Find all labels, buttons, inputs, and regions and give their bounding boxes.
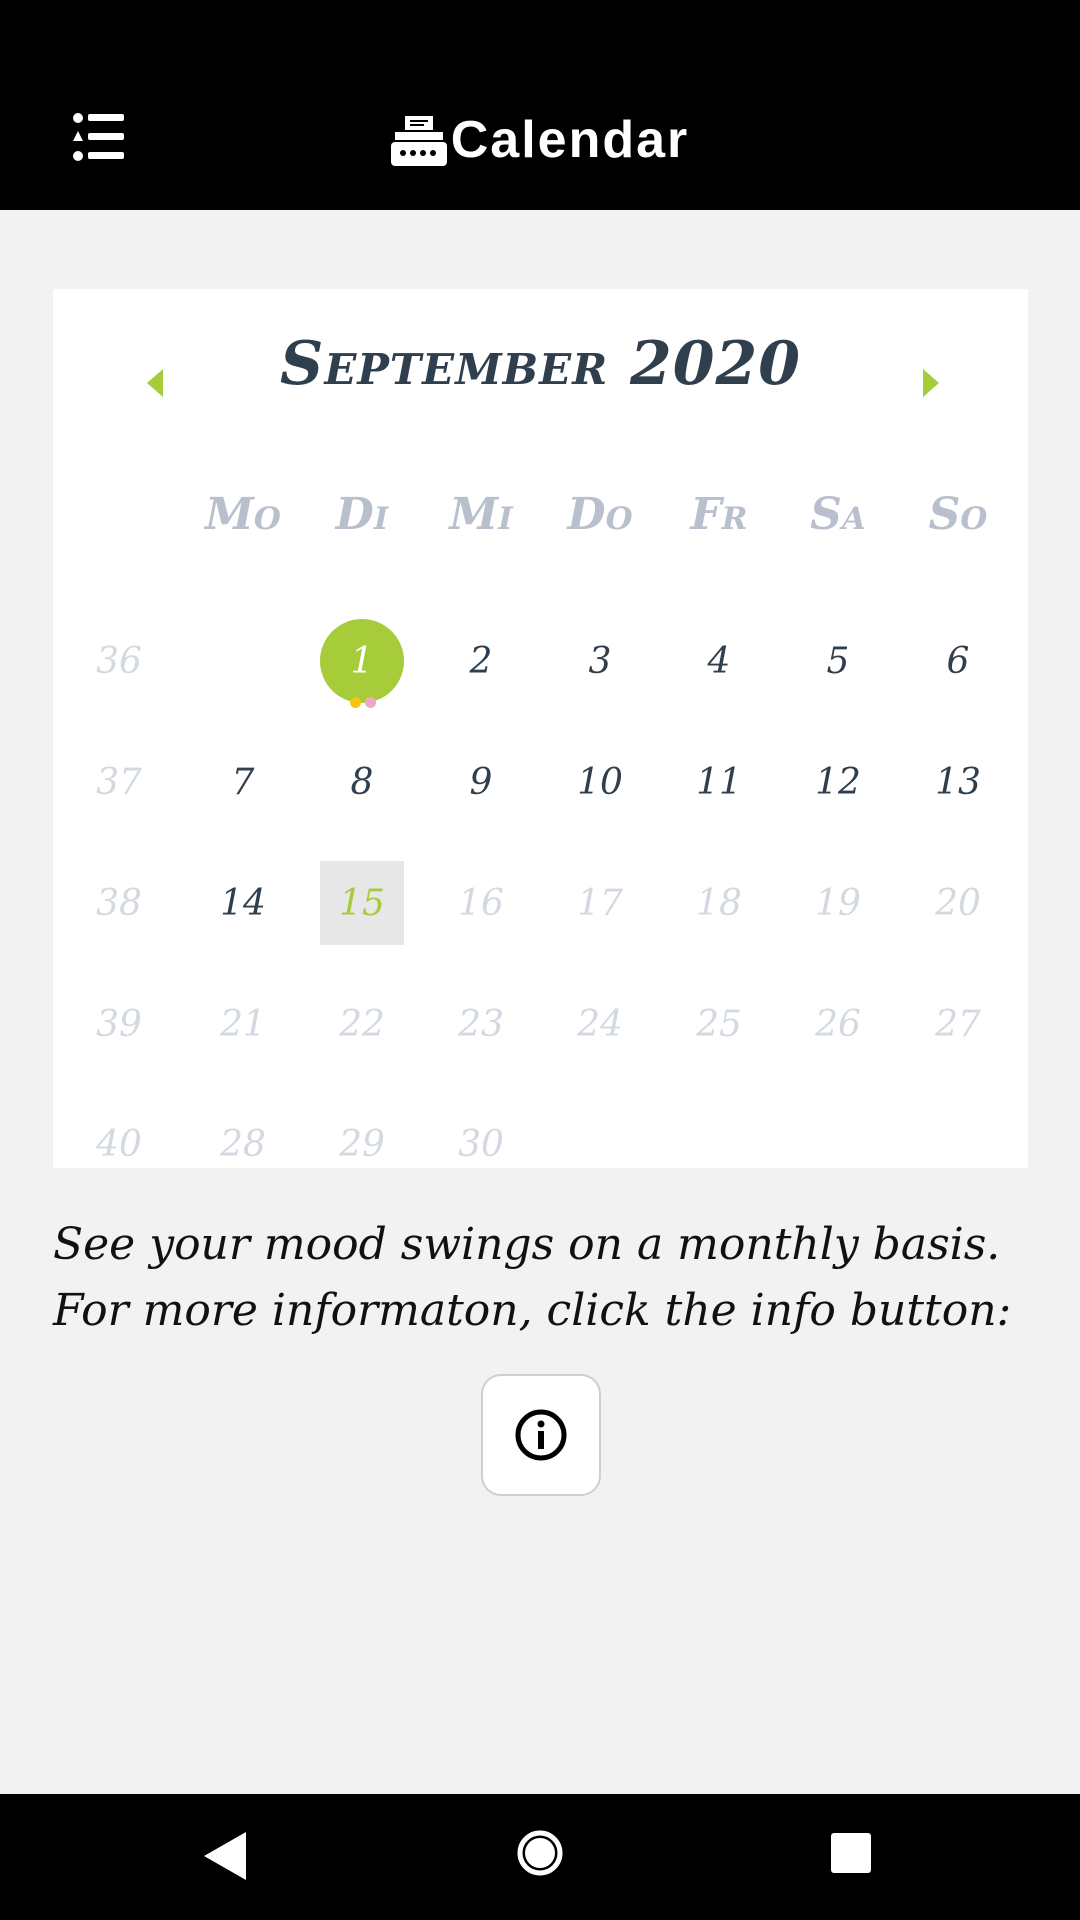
home-circle-icon: [517, 1830, 563, 1876]
week-number: 39: [96, 1003, 142, 1045]
day-cell[interactable]: 29: [302, 1102, 422, 1186]
recent-apps-button[interactable]: [830, 1832, 872, 1878]
mood-dot: [365, 697, 376, 708]
day-label: 1: [350, 640, 374, 682]
weekday-label: Mi: [449, 489, 513, 540]
weekday-label: So: [928, 489, 988, 540]
next-month-button[interactable]: [915, 363, 945, 403]
mood-dot: [350, 697, 361, 708]
day-cell[interactable]: 18: [659, 861, 779, 945]
day-cell[interactable]: 20: [898, 861, 1018, 945]
day-cell[interactable]: 4: [659, 619, 779, 703]
day-cell[interactable]: 5: [778, 619, 898, 703]
week-number: 36: [96, 640, 142, 682]
week-number: 37: [96, 761, 142, 803]
day-cell[interactable]: 22: [302, 982, 422, 1066]
week-number: 38: [96, 882, 142, 924]
app-title-wrap: Calendar: [0, 100, 1080, 180]
weekday-label: Fr: [690, 489, 748, 540]
day-cell[interactable]: 13: [898, 740, 1018, 824]
day-cell[interactable]: 21: [183, 982, 303, 1066]
app-bar: Calendar: [0, 0, 1080, 210]
weekday-label: Do: [567, 489, 633, 540]
day-cell[interactable]: 25: [659, 982, 779, 1066]
day-cell[interactable]: 6: [898, 619, 1018, 703]
day-cell[interactable]: 2: [421, 619, 541, 703]
weekday-label: Sa: [810, 489, 866, 540]
system-nav-bar: [0, 1794, 1080, 1920]
day-cell[interactable]: 26: [778, 982, 898, 1066]
weekday-label: Di: [335, 489, 389, 540]
day-cell[interactable]: 10: [540, 740, 660, 824]
calendar-card: September 2020 Mo Di Mi Do Fr Sa So 36 1 2 3 4 5 6 37…: [53, 289, 1028, 1168]
day-cell[interactable]: 11: [659, 740, 779, 824]
day-cell-selected[interactable]: 1: [302, 619, 422, 708]
typewriter-icon: [390, 116, 447, 166]
info-button[interactable]: [481, 1374, 601, 1496]
month-title: September 2020: [280, 329, 801, 399]
day-cell[interactable]: 27: [898, 982, 1018, 1066]
caret-right-icon: [923, 369, 939, 397]
app-title: Calendar: [450, 111, 690, 169]
day-cell[interactable]: 8: [302, 740, 422, 824]
info-circle-icon: [515, 1409, 567, 1461]
home-button[interactable]: [515, 1828, 565, 1882]
day-cell[interactable]: 19: [778, 861, 898, 945]
back-triangle-icon: [204, 1832, 246, 1880]
day-cell[interactable]: 12: [778, 740, 898, 824]
day-cell[interactable]: 24: [540, 982, 660, 1066]
day-cell[interactable]: 30: [421, 1102, 541, 1186]
day-cell[interactable]: 17: [540, 861, 660, 945]
day-cell[interactable]: 14: [183, 861, 303, 945]
day-cell[interactable]: 9: [421, 740, 541, 824]
weekday-label: Mo: [205, 489, 281, 540]
day-cell[interactable]: 23: [421, 982, 541, 1066]
back-button[interactable]: [202, 1830, 248, 1886]
day-cell-today[interactable]: 15: [320, 861, 404, 945]
day-cell[interactable]: 7: [183, 740, 303, 824]
recent-square-icon: [831, 1833, 871, 1873]
day-cell[interactable]: 3: [540, 619, 660, 703]
description-text: See your mood swings on a monthly basis.…: [53, 1219, 1012, 1336]
day-cell[interactable]: 28: [183, 1102, 303, 1186]
week-number: 40: [96, 1123, 142, 1165]
day-cell[interactable]: 16: [421, 861, 541, 945]
